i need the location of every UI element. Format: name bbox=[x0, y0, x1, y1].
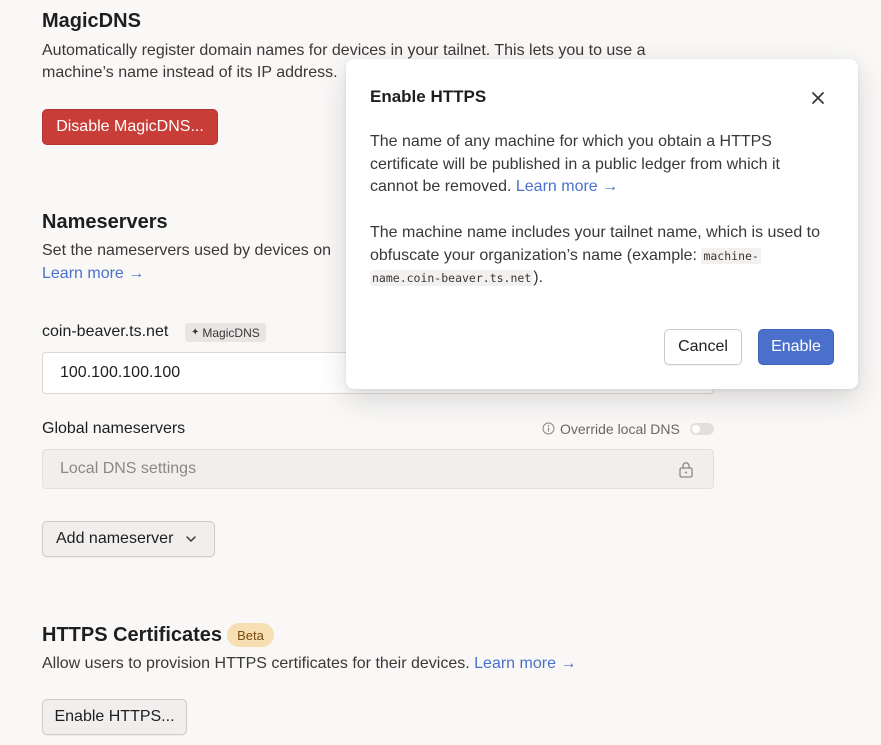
enable-https-button[interactable]: Enable HTTPS... bbox=[42, 699, 187, 735]
https-certificates-title: HTTPS Certificates bbox=[42, 624, 223, 646]
nameservers-title: Nameservers bbox=[42, 211, 168, 233]
dialog-p2-line2-row: obfuscate your organization’s name (exam… bbox=[370, 245, 840, 268]
enable-button[interactable]: Enable bbox=[758, 329, 834, 365]
tailnet-nameserver-value: 100.100.100.100 bbox=[60, 364, 181, 381]
nameservers-desc: Set the nameservers used by devices on bbox=[42, 242, 332, 259]
chevron-down-icon bbox=[185, 535, 197, 543]
add-nameserver-button[interactable]: Add nameserver bbox=[42, 521, 215, 557]
dialog-learn-more-link[interactable]: Learn more → bbox=[516, 178, 618, 195]
local-dns-placeholder: Local DNS settings bbox=[60, 460, 197, 477]
dialog-title: Enable HTTPS bbox=[370, 87, 487, 106]
dialog-p2-line2: obfuscate your organization’s name (exam… bbox=[370, 246, 697, 264]
dialog-example-code-1: machine- bbox=[701, 247, 761, 264]
https-desc: Allow users to provision HTTPS certifica… bbox=[42, 655, 470, 672]
magicdns-title: MagicDNS bbox=[42, 10, 141, 32]
lock-icon bbox=[678, 461, 694, 478]
dialog-paragraph-1: The name of any machine for which you ob… bbox=[370, 131, 840, 199]
dialog-p2-line3-row: name.coin-beaver.ts.net). bbox=[370, 267, 840, 290]
dialog-p1-line2: certificate will be published in a publi… bbox=[370, 155, 780, 173]
https-desc-row: Allow users to provision HTTPS certifica… bbox=[42, 653, 576, 675]
enable-https-dialog: Enable HTTPS The name of any machine for… bbox=[346, 59, 858, 389]
dialog-p2-end: ). bbox=[533, 269, 544, 287]
override-local-dns-toggle[interactable] bbox=[690, 423, 714, 435]
close-icon[interactable] bbox=[808, 88, 828, 108]
add-nameserver-label: Add nameserver bbox=[56, 530, 174, 547]
dialog-p1-line1: The name of any machine for which you ob… bbox=[370, 133, 772, 150]
https-learn-more-link[interactable]: Learn more → bbox=[474, 655, 576, 672]
sparkle-icon: ✦ bbox=[191, 327, 200, 338]
disable-magicdns-button[interactable]: Disable MagicDNS... bbox=[42, 109, 218, 145]
cancel-button[interactable]: Cancel bbox=[664, 329, 742, 365]
dialog-example-code-2: name.coin-beaver.ts.net bbox=[370, 270, 534, 287]
tailnet-domain-label: coin-beaver.ts.net bbox=[42, 323, 169, 340]
local-dns-field: Local DNS settings bbox=[42, 449, 714, 489]
override-local-dns-label: Override local DNS bbox=[560, 421, 680, 437]
dialog-p2-line1: The machine name includes your tailnet n… bbox=[370, 224, 821, 241]
dialog-p1-line3: cannot be removed. bbox=[370, 178, 512, 196]
beta-badge: Beta bbox=[227, 623, 274, 647]
magicdns-badge: ✦ MagicDNS bbox=[185, 323, 266, 342]
dialog-p1-line3-row: cannot be removed. Learn more → bbox=[370, 176, 840, 199]
global-nameservers-label: Global nameservers bbox=[42, 420, 186, 437]
magicdns-badge-label: MagicDNS bbox=[202, 325, 260, 340]
info-icon bbox=[542, 422, 555, 435]
dialog-paragraph-2: The machine name includes your tailnet n… bbox=[370, 222, 840, 290]
nameservers-learn-more-link[interactable]: Learn more → bbox=[42, 263, 144, 285]
